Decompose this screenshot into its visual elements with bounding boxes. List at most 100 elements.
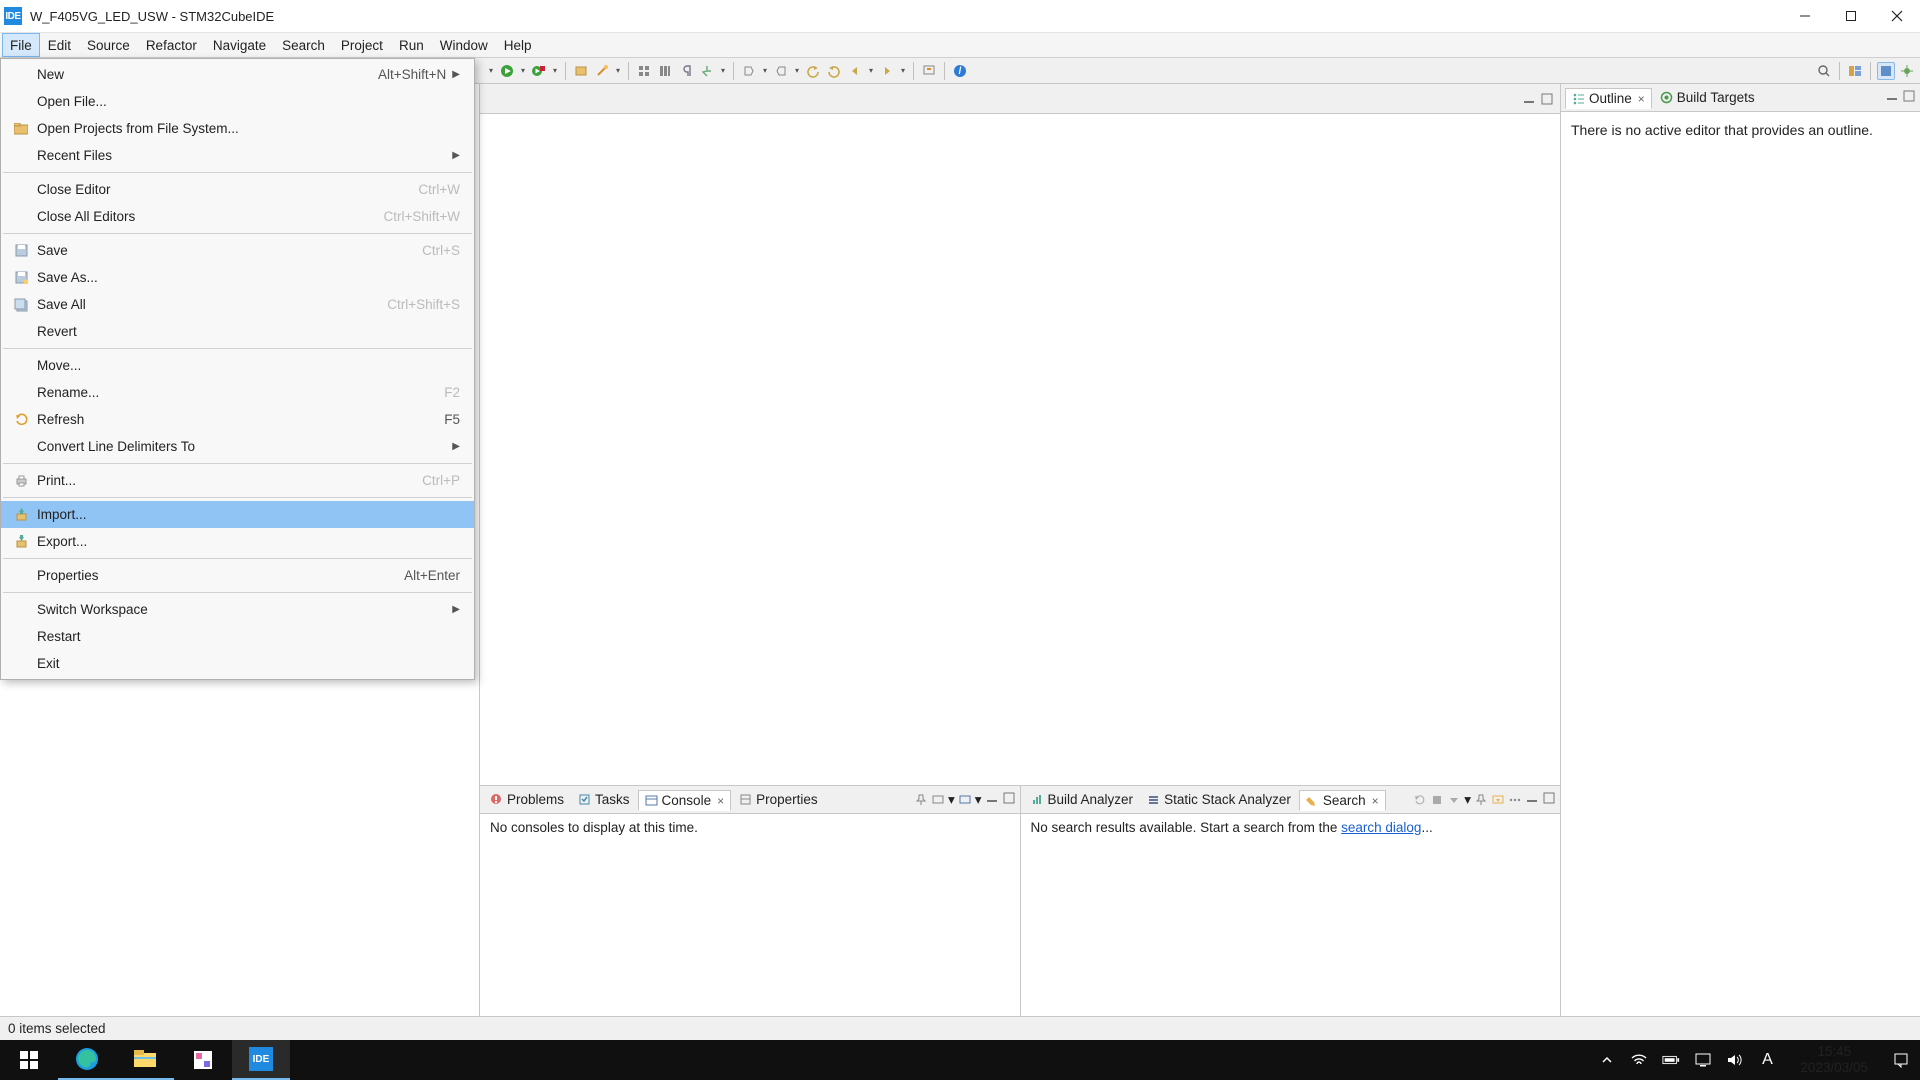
toolbar-dropdown[interactable]: ▾ (487, 62, 495, 80)
menu-edit[interactable]: Edit (40, 33, 79, 57)
step-icon[interactable] (698, 62, 716, 80)
view-menu-icon[interactable] (1508, 793, 1522, 807)
pin-console-icon[interactable] (914, 793, 928, 807)
maximize-view-icon[interactable] (1902, 89, 1916, 106)
editor-area[interactable] (480, 114, 1560, 785)
minimize-view-icon[interactable] (985, 791, 999, 808)
wand-icon[interactable] (593, 62, 611, 80)
menu-item-properties[interactable]: PropertiesAlt+Enter (1, 562, 474, 589)
menu-project[interactable]: Project (333, 33, 391, 57)
screen-snip-icon[interactable] (1694, 1051, 1712, 1069)
menu-source[interactable]: Source (79, 33, 138, 57)
menu-item-switch-workspace[interactable]: Switch Workspace▶ (1, 596, 474, 623)
display-console-icon[interactable] (931, 793, 945, 807)
open-console-icon[interactable] (958, 793, 972, 807)
tab-static-stack[interactable]: Static Stack Analyzer (1141, 790, 1297, 809)
menu-item-new[interactable]: NewAlt+Shift+N▶ (1, 61, 474, 88)
minimize-button[interactable] (1782, 0, 1828, 32)
minimize-view-icon[interactable] (1522, 92, 1536, 106)
taskbar-clock[interactable]: 15:45 2023/03/05 (1790, 1044, 1878, 1076)
toolbar-dropdown[interactable]: ▾ (975, 792, 982, 808)
toolbar-dropdown[interactable]: ▾ (948, 792, 955, 808)
cancel-search-icon[interactable] (1430, 793, 1444, 807)
search-icon[interactable] (1815, 62, 1833, 80)
menu-item-import[interactable]: Import... (1, 501, 474, 528)
tab-tasks[interactable]: Tasks (572, 790, 636, 809)
menu-run[interactable]: Run (391, 33, 432, 57)
pin-editor-icon[interactable] (920, 62, 938, 80)
tab-search[interactable]: Search× (1299, 790, 1386, 811)
rerun-search-icon[interactable] (1413, 793, 1427, 807)
redo-nav-icon[interactable] (825, 62, 843, 80)
taskbar-explorer[interactable] (116, 1040, 174, 1080)
start-button[interactable] (0, 1040, 58, 1080)
volume-icon[interactable] (1726, 1051, 1744, 1069)
perspective-cpp-icon[interactable] (1877, 62, 1895, 80)
taskbar-app[interactable] (174, 1040, 232, 1080)
prev-annotation-icon[interactable] (772, 62, 790, 80)
tab-console[interactable]: Console× (638, 790, 732, 811)
tab-outline[interactable]: Outline× (1565, 88, 1652, 109)
maximize-button[interactable] (1828, 0, 1874, 32)
toolbar-dropdown[interactable]: ▾ (761, 62, 769, 80)
ime-icon[interactable]: A (1758, 1051, 1776, 1069)
menu-item-open-file[interactable]: Open File... (1, 88, 474, 115)
info-icon[interactable]: i (951, 62, 969, 80)
new-class-icon[interactable] (572, 62, 590, 80)
open-perspective-icon[interactable] (1846, 62, 1864, 80)
undo-nav-icon[interactable] (804, 62, 822, 80)
minimize-view-icon[interactable] (1525, 791, 1539, 808)
grid-icon[interactable] (635, 62, 653, 80)
tab-problems[interactable]: Problems (484, 790, 570, 809)
menu-item-exit[interactable]: Exit (1, 650, 474, 677)
tab-build-analyzer[interactable]: Build Analyzer (1025, 790, 1140, 809)
columns-icon[interactable] (656, 62, 674, 80)
menu-item-export[interactable]: Export... (1, 528, 474, 555)
notifications-icon[interactable] (1892, 1051, 1910, 1069)
next-annotation-icon[interactable] (740, 62, 758, 80)
maximize-view-icon[interactable] (1542, 791, 1556, 808)
menu-item-convert-line-delimiters-to[interactable]: Convert Line Delimiters To▶ (1, 433, 474, 460)
paragraph-icon[interactable] (677, 62, 695, 80)
battery-icon[interactable] (1662, 1051, 1680, 1069)
menu-item-open-projects-from-file-system[interactable]: Open Projects from File System... (1, 115, 474, 142)
tab-close-icon[interactable]: × (717, 794, 724, 808)
menu-search[interactable]: Search (274, 33, 333, 57)
tab-build-targets[interactable]: Build Targets (1654, 88, 1761, 107)
tab-properties[interactable]: Properties (733, 790, 824, 809)
menu-item-refresh[interactable]: RefreshF5 (1, 406, 474, 433)
toolbar-dropdown[interactable]: ▾ (719, 62, 727, 80)
toolbar-dropdown[interactable]: ▾ (519, 62, 527, 80)
tab-close-icon[interactable]: × (1372, 794, 1379, 808)
toolbar-dropdown[interactable]: ▾ (867, 62, 875, 80)
history-icon[interactable] (1447, 793, 1461, 807)
run-config-icon[interactable] (530, 62, 548, 80)
tab-close-icon[interactable]: × (1638, 92, 1645, 106)
toolbar-dropdown[interactable]: ▾ (1464, 792, 1471, 808)
pin-search-icon[interactable] (1474, 793, 1488, 807)
menu-navigate[interactable]: Navigate (205, 33, 274, 57)
toolbar-dropdown[interactable]: ▾ (551, 62, 559, 80)
menu-file[interactable]: File (2, 33, 40, 57)
search-dialog-link[interactable]: search dialog (1341, 820, 1421, 835)
toolbar-dropdown[interactable]: ▾ (793, 62, 801, 80)
menu-help[interactable]: Help (496, 33, 540, 57)
maximize-view-icon[interactable] (1540, 92, 1554, 106)
toolbar-dropdown[interactable]: ▾ (899, 62, 907, 80)
menu-window[interactable]: Window (432, 33, 496, 57)
toolbar-dropdown[interactable]: ▾ (614, 62, 622, 80)
menu-item-restart[interactable]: Restart (1, 623, 474, 650)
taskbar-edge[interactable] (58, 1040, 116, 1080)
taskbar-stm32cubeide[interactable]: IDE (232, 1040, 290, 1080)
maximize-view-icon[interactable] (1002, 791, 1016, 808)
tray-chevron-icon[interactable] (1598, 1051, 1616, 1069)
back-icon[interactable] (846, 62, 864, 80)
wifi-icon[interactable] (1630, 1051, 1648, 1069)
perspective-debug-icon[interactable] (1898, 62, 1916, 80)
forward-icon[interactable] (878, 62, 896, 80)
close-button[interactable] (1874, 0, 1920, 32)
run-icon[interactable] (498, 62, 516, 80)
menu-item-recent-files[interactable]: Recent Files▶ (1, 142, 474, 169)
menu-refactor[interactable]: Refactor (138, 33, 205, 57)
collapse-icon[interactable] (1491, 793, 1505, 807)
